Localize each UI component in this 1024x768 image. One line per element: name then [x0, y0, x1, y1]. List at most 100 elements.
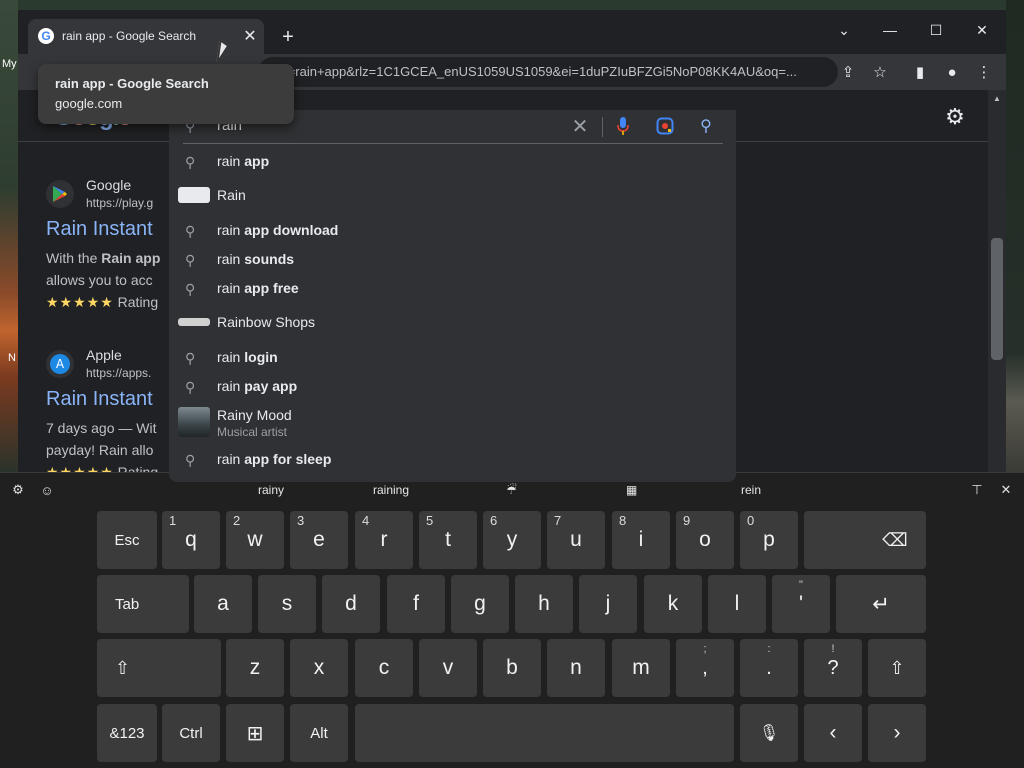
- key-o[interactable]: 9o: [676, 511, 734, 569]
- keyboard-dock-icon[interactable]: ⊤: [968, 481, 986, 499]
- result-title-link[interactable]: Rain Instant: [46, 388, 153, 411]
- suggestion-item[interactable]: ⚲ rain app free: [169, 274, 736, 303]
- key-h[interactable]: h: [515, 575, 573, 633]
- suggestion-text: Rainbow Shops: [217, 314, 316, 330]
- keyboard-settings-gear-icon[interactable]: ⚙: [9, 481, 27, 499]
- key-alt[interactable]: Alt: [290, 704, 348, 762]
- suggestion-item[interactable]: Rain: [169, 181, 736, 210]
- candidate-word[interactable]: rein: [741, 483, 761, 497]
- key-y[interactable]: 6y: [483, 511, 541, 569]
- key-c[interactable]: c: [355, 639, 413, 697]
- result-url[interactable]: https://apps.: [86, 366, 151, 380]
- key-v[interactable]: v: [419, 639, 477, 697]
- key-u[interactable]: 7u: [547, 511, 605, 569]
- key-d[interactable]: d: [322, 575, 380, 633]
- key-b[interactable]: b: [483, 639, 541, 697]
- keyboard-close-icon[interactable]: ✕: [997, 481, 1015, 499]
- key-question[interactable]: !?: [804, 639, 862, 697]
- address-bar[interactable]: n?q=rain+app&rlz=1C1GCEA_enUS1059US1059&…: [258, 57, 838, 87]
- key-j[interactable]: j: [579, 575, 637, 633]
- key-tab[interactable]: Tab: [97, 575, 189, 633]
- search-submit-icon[interactable]: ⚲: [695, 115, 717, 137]
- candidate-word[interactable]: rainy: [258, 483, 284, 497]
- scroll-thumb[interactable]: [991, 238, 1003, 360]
- key-symbols[interactable]: &123: [97, 704, 157, 762]
- google-favicon-icon: G: [38, 28, 54, 44]
- key-k[interactable]: k: [644, 575, 702, 633]
- key-i[interactable]: 8i: [612, 511, 670, 569]
- key-q[interactable]: 1q: [162, 511, 220, 569]
- key-r[interactable]: 4r: [355, 511, 413, 569]
- url-text[interactable]: n?q=rain+app&rlz=1C1GCEA_enUS1059US1059&…: [266, 64, 826, 79]
- key-t[interactable]: 5t: [419, 511, 477, 569]
- key-shift-left[interactable]: ⇧: [97, 639, 221, 697]
- desktop-wallpaper-left: [0, 0, 18, 472]
- key-l[interactable]: l: [708, 575, 766, 633]
- emoji-panel-icon[interactable]: ☺: [38, 481, 56, 499]
- profile-icon[interactable]: ●: [939, 59, 965, 85]
- key-m[interactable]: m: [612, 639, 670, 697]
- key-f[interactable]: f: [387, 575, 445, 633]
- suggestion-item[interactable]: Rainy Mood Musical artist: [169, 401, 736, 441]
- clear-search-icon[interactable]: ✕: [569, 115, 591, 138]
- key-p[interactable]: 0p: [740, 511, 798, 569]
- suggestion-item[interactable]: ⚲ rain sounds: [169, 245, 736, 274]
- candidate-emoji[interactable]: ▦: [626, 483, 637, 497]
- key-comma[interactable]: ;,: [676, 639, 734, 697]
- desktop-icon-label[interactable]: N: [8, 352, 16, 364]
- key-x[interactable]: x: [290, 639, 348, 697]
- key-shift-right[interactable]: ⇧: [868, 639, 926, 697]
- key-s[interactable]: s: [258, 575, 316, 633]
- side-panel-icon[interactable]: ▮: [907, 59, 933, 85]
- result-title-link[interactable]: Rain Instant: [46, 218, 153, 241]
- desktop-icon-label[interactable]: My: [2, 58, 17, 70]
- key-ctrl[interactable]: Ctrl: [162, 704, 220, 762]
- microphone-icon[interactable]: [612, 115, 634, 137]
- key-g[interactable]: g: [451, 575, 509, 633]
- svg-text:A: A: [56, 357, 65, 371]
- candidate-emoji[interactable]: ☔: [506, 483, 517, 497]
- key-dictation[interactable]: 🎙: [740, 704, 798, 762]
- key-enter[interactable]: ↵: [836, 575, 926, 633]
- scroll-up-arrow-icon[interactable]: ▲: [993, 94, 1001, 103]
- suggestion-item[interactable]: ⚲ rain app for sleep: [169, 445, 736, 474]
- maximize-button[interactable]: ☐: [916, 16, 956, 44]
- key-z[interactable]: z: [226, 639, 284, 697]
- page-scrollbar[interactable]: ▲: [988, 90, 1006, 472]
- key-right-arrow[interactable]: ›: [868, 704, 926, 762]
- key-e[interactable]: 3e: [290, 511, 348, 569]
- suggestion-item[interactable]: ⚲ rain app: [169, 147, 736, 176]
- key-n[interactable]: n: [547, 639, 605, 697]
- suggestion-item[interactable]: Rainbow Shops: [169, 308, 736, 337]
- share-icon[interactable]: ⇪: [835, 59, 861, 85]
- menu-kebab-icon[interactable]: ⋮: [971, 59, 997, 85]
- tab-search-chevron-icon[interactable]: ⌄: [824, 16, 864, 44]
- gear-icon[interactable]: ⚙: [942, 104, 968, 130]
- camera-lens-icon[interactable]: [654, 115, 676, 137]
- key-esc[interactable]: Esc: [97, 511, 157, 569]
- minimize-button[interactable]: —: [870, 16, 910, 44]
- suggestion-item[interactable]: ⚲ rain login: [169, 343, 736, 372]
- suggestion-item[interactable]: ⚲ rain pay app: [169, 372, 736, 401]
- rating-stars: ★★★★★: [46, 294, 114, 310]
- tab-active[interactable]: G rain app - Google Search ✕: [28, 19, 264, 55]
- result-url[interactable]: https://play.g: [86, 196, 153, 210]
- key-a[interactable]: a: [194, 575, 252, 633]
- key-space[interactable]: [355, 704, 734, 762]
- bookmark-star-icon[interactable]: ☆: [867, 59, 893, 85]
- suggestion-subtext: Musical artist: [217, 425, 288, 439]
- key-left-arrow[interactable]: ‹: [804, 704, 862, 762]
- suggestion-item[interactable]: ⚲ rain app download: [169, 216, 736, 245]
- hover-card-domain: google.com: [55, 96, 123, 111]
- key-backspace[interactable]: ⌫: [804, 511, 926, 569]
- enter-icon: ↵: [872, 592, 890, 616]
- key-windows[interactable]: ⊞: [226, 704, 284, 762]
- new-tab-button[interactable]: +: [277, 26, 299, 48]
- key-w[interactable]: 2w: [226, 511, 284, 569]
- tab-close-icon[interactable]: ✕: [241, 27, 259, 45]
- key-period[interactable]: :.: [740, 639, 798, 697]
- candidate-word[interactable]: raining: [373, 483, 409, 497]
- key-apostrophe[interactable]: " ': [772, 575, 830, 633]
- chevron-left-icon: ‹: [829, 721, 837, 744]
- close-window-button[interactable]: ✕: [962, 16, 1002, 44]
